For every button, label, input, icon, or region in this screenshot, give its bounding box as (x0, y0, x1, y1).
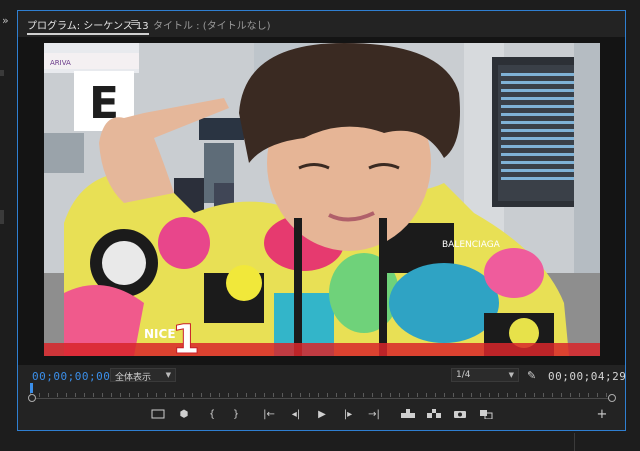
program-monitor-panel: プログラム: シーケンス 13 ≡ タイトル : (タイトルなし) ARIVA … (17, 10, 626, 431)
sleeve-text: NICE (144, 327, 176, 341)
hoodie-brand-text: BALENCIAGA (442, 240, 501, 250)
mark-in-icon[interactable]: { (204, 409, 220, 420)
lift-icon-svg (401, 409, 415, 418)
play-icon[interactable]: ▶ (314, 409, 330, 420)
wrench-icon[interactable]: ✎ (527, 369, 536, 382)
playhead-marker[interactable] (30, 383, 33, 393)
chevron-down-icon: ▼ (165, 371, 171, 379)
chevron-down-icon: ▼ (508, 371, 514, 379)
duration-timecode: 00;00;04;29 (548, 370, 627, 383)
resolution-label: 1/4 (456, 370, 471, 380)
bottom-divider (574, 433, 575, 451)
transport-controls: ⬢ { } |← ◂| ▶ |▸ →| + (18, 407, 625, 429)
bottom-panel-strip (0, 433, 640, 451)
add-button-icon[interactable]: + (594, 407, 610, 422)
gutter-marker (0, 210, 4, 224)
step-forward-icon[interactable]: |▸ (340, 409, 356, 420)
timecode-bar: 00;00;00;00 全体表示 ▼ 1/4 ▼ ✎ 00;00;04;29 (18, 365, 627, 387)
playback-resolution-select[interactable]: 1/4 ▼ (451, 368, 519, 382)
camera-icon-svg (454, 411, 466, 418)
panel-tabbar: プログラム: シーケンス 13 ≡ タイトル : (タイトルなし) (18, 11, 625, 37)
overlay-number-text: 1 (172, 317, 200, 356)
gutter-marker (0, 70, 4, 76)
mark-out-icon[interactable]: } (228, 409, 244, 420)
current-timecode[interactable]: 00;00;00;00 (32, 370, 110, 383)
zoom-fit-select[interactable]: 全体表示 ▼ (110, 368, 176, 383)
board-logo-text: ARIVA (50, 59, 71, 67)
safe-margins-icon-svg (151, 409, 165, 419)
safe-margins-icon[interactable] (150, 409, 166, 422)
video-frame[interactable]: ARIVA E BALENCIAGA NICE 1 (44, 43, 600, 356)
add-marker-icon[interactable]: ⬢ (176, 409, 192, 420)
zoom-handle-left[interactable] (28, 394, 36, 402)
tab-title[interactable]: タイトル : (タイトルなし) (153, 17, 271, 32)
extract-icon[interactable] (426, 409, 442, 422)
panel-expand-icon[interactable]: » (2, 14, 9, 27)
video-frame-image: ARIVA E BALENCIAGA NICE 1 (44, 43, 600, 356)
panel-menu-icon[interactable]: ≡ (130, 16, 139, 29)
zoom-handle-right[interactable] (608, 394, 616, 402)
zoom-fit-label: 全体表示 (115, 373, 152, 383)
lift-icon[interactable] (400, 409, 416, 422)
active-tab-underline (27, 33, 149, 35)
monitor-display: ARIVA E BALENCIAGA NICE 1 (18, 37, 625, 365)
go-to-in-icon[interactable]: |← (261, 409, 277, 420)
extract-icon-svg (427, 409, 441, 418)
camera-icon[interactable] (452, 409, 468, 422)
left-gutter: » (0, 0, 16, 451)
comparison-view-icon-svg (480, 410, 493, 420)
zoom-scroll-track[interactable] (30, 398, 614, 399)
comparison-view-icon[interactable] (478, 409, 494, 422)
go-to-out-icon[interactable]: →| (366, 409, 382, 420)
step-back-icon[interactable]: ◂| (288, 409, 304, 420)
